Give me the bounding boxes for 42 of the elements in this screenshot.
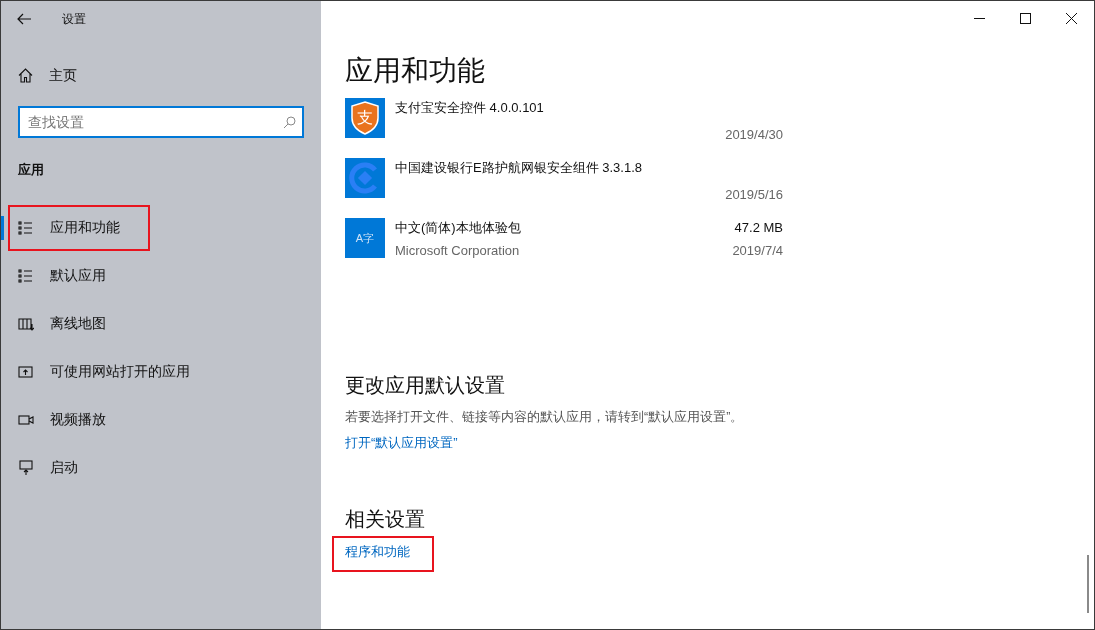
app-date: 2019/4/30: [725, 125, 783, 144]
window-title: 设置: [62, 11, 86, 28]
default-apps-link[interactable]: 打开“默认应用设置”: [345, 432, 458, 453]
map-icon: [18, 315, 34, 332]
language-app-icon: A字: [345, 218, 385, 258]
app-list-item[interactable]: 支 支付宝安全控件 4.0.0.101 2019/4/30: [345, 98, 783, 158]
back-arrow-icon[interactable]: [17, 13, 31, 25]
app-date: 2019/7/4: [732, 241, 783, 260]
sidebar-item[interactable]: 默认应用: [1, 251, 321, 300]
app-size: 47.2 MB: [734, 219, 783, 237]
selection-bar: [1, 215, 4, 240]
home-icon: [18, 67, 33, 83]
programs-link[interactable]: 程序和功能: [332, 536, 423, 568]
sidebar-item[interactable]: 离线地图: [1, 299, 321, 348]
section-heading: 更改应用默认设置: [345, 373, 506, 398]
scrollbar[interactable]: [1087, 555, 1089, 613]
sidebar-item[interactable]: 启动: [1, 443, 321, 492]
minimize-icon: [973, 17, 985, 19]
list-icon: [18, 219, 34, 236]
sidebar-item[interactable]: 可使用网站打开的应用: [1, 347, 321, 396]
shield-app-icon: 支: [345, 98, 385, 138]
app-name: 中文(简体)本地体验包: [395, 219, 521, 237]
app-date: 2019/5/16: [725, 185, 783, 204]
app-list-item[interactable]: 中国建设银行E路护航网银安全组件 3.3.1.8 2019/5/16: [345, 158, 783, 218]
search-field[interactable]: 查找设置: [18, 106, 304, 138]
sidebar-item[interactable]: 应用和功能: [1, 203, 321, 252]
section-heading: 相关设置: [345, 507, 426, 533]
app-publisher: Microsoft Corporation: [395, 241, 520, 260]
monitor-arrow-icon: [18, 459, 34, 476]
list-icon: [18, 267, 34, 284]
app-list-item[interactable]: A字 中文(简体)本地体验包 47.2 MB Microsoft Corporation 2019/7/4: [345, 218, 783, 278]
description-text: 若要选择打开文件、链接等内容的默认应用，请转到“默认应用设置”。: [345, 409, 745, 426]
sidebar-item[interactable]: 视频播放: [1, 395, 321, 444]
app-name: 支付宝安全控件 4.0.0.101: [395, 99, 544, 117]
section-heading: 应用: [17, 161, 45, 179]
home-link[interactable]: 主页: [49, 64, 77, 86]
app-name: 中国建设银行E路护航网银安全组件 3.3.1.8: [395, 159, 643, 177]
maximize-icon: [1019, 12, 1031, 24]
close-icon: [1065, 12, 1077, 24]
page-title: 应用和功能: [345, 57, 486, 85]
search-icon: [283, 116, 296, 129]
ring-app-icon: [345, 158, 385, 198]
